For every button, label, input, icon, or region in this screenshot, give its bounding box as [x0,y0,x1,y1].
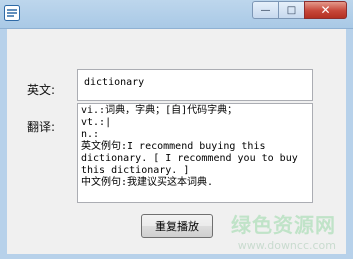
translation-line: vi.:词典，字典；[自]代码字典； [81,105,238,116]
title-bar[interactable]: — □ ✕ [0,0,353,29]
watermark-title: 绿色资源网 [231,213,336,237]
close-button[interactable]: ✕ [304,1,347,19]
window-controls: — □ ✕ [252,1,347,19]
minimize-button[interactable]: — [252,1,278,19]
app-icon [4,5,20,21]
app-window: — □ ✕ 英文: dictionary 翻译: vi.:词典，字典；[自]代码… [0,0,353,259]
word-label: 英文: [27,83,56,97]
minimize-icon: — [260,4,271,16]
window-frame-right [346,29,353,259]
window-frame-left [0,29,7,259]
maximize-button[interactable]: □ [278,1,304,19]
close-icon: ✕ [320,3,331,17]
translation-textarea[interactable]: vi.:词典，字典；[自]代码字典； vt.:| n.: 英文例句:I reco… [77,103,313,203]
translation-line: 英文例句:I recommend buying this [81,141,266,152]
translation-line: 中文例句:我建议买这本词典. [81,177,214,188]
client-area: 英文: dictionary 翻译: vi.:词典，字典；[自]代码字典； vt… [7,29,346,254]
translation-label: 翻译: [27,120,56,134]
watermark: 绿色资源网 www.downcc.com [231,209,336,252]
translation-line: n.: [81,129,100,140]
watermark-url: www.downcc.com [237,239,336,252]
translation-line: vt.:| [81,117,112,128]
repeat-play-button[interactable]: 重复播放 [141,214,213,238]
translation-line: this dictionary. ] [81,165,190,176]
word-input[interactable]: dictionary [77,69,313,101]
window-frame-bottom [0,254,353,259]
maximize-icon: □ [286,4,297,16]
translation-line: dictionary. [ I recommend you to buy [81,153,298,164]
